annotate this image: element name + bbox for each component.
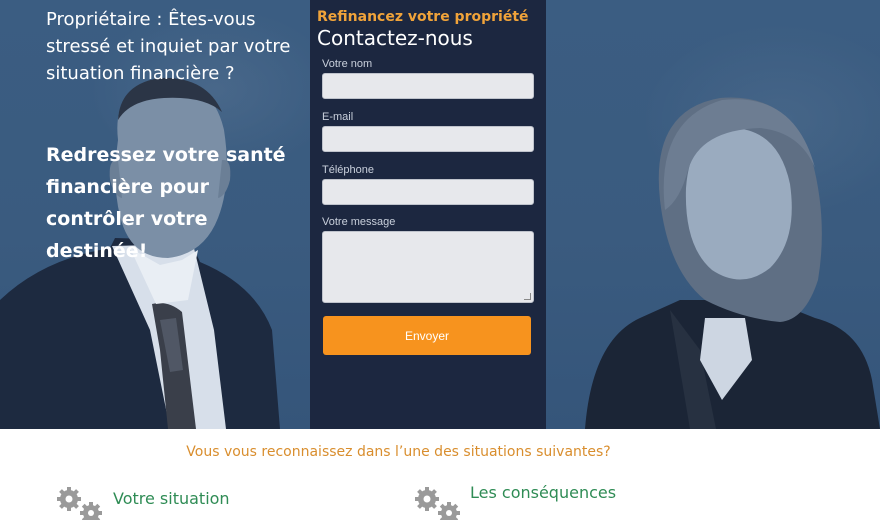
form-kicker: Refinancez votre propriété: [317, 9, 529, 25]
email-field[interactable]: [322, 126, 534, 152]
hero-section: Propriétaire : Êtes-vous stressé et inqu…: [0, 0, 880, 429]
contact-form: Refinancez votre propriété Contactez-nou…: [310, 0, 546, 429]
name-label: Votre nom: [322, 58, 373, 70]
name-field[interactable]: [322, 73, 534, 99]
intro-text: Propriétaire : Êtes-vous stressé et inqu…: [46, 9, 291, 84]
phone-field[interactable]: [322, 179, 534, 205]
gears-icon: [56, 486, 106, 520]
message-label: Votre message: [322, 216, 396, 228]
headline: Redressez votre santé financière pour co…: [46, 144, 286, 262]
form-title: Contactez-nous: [317, 26, 473, 50]
phone-label: Téléphone: [322, 164, 374, 176]
resize-handle-icon[interactable]: [524, 293, 531, 300]
column-title-consequences: Les conséquences: [470, 483, 617, 502]
message-field[interactable]: [322, 231, 534, 303]
column-title-situation: Votre situation: [113, 489, 230, 508]
gears-icon: [414, 486, 464, 520]
email-label: E-mail: [322, 111, 354, 123]
submit-button[interactable]: Envoyer: [323, 316, 531, 355]
situations-title: Vous vous reconnaissez dans l’une des si…: [186, 444, 611, 460]
